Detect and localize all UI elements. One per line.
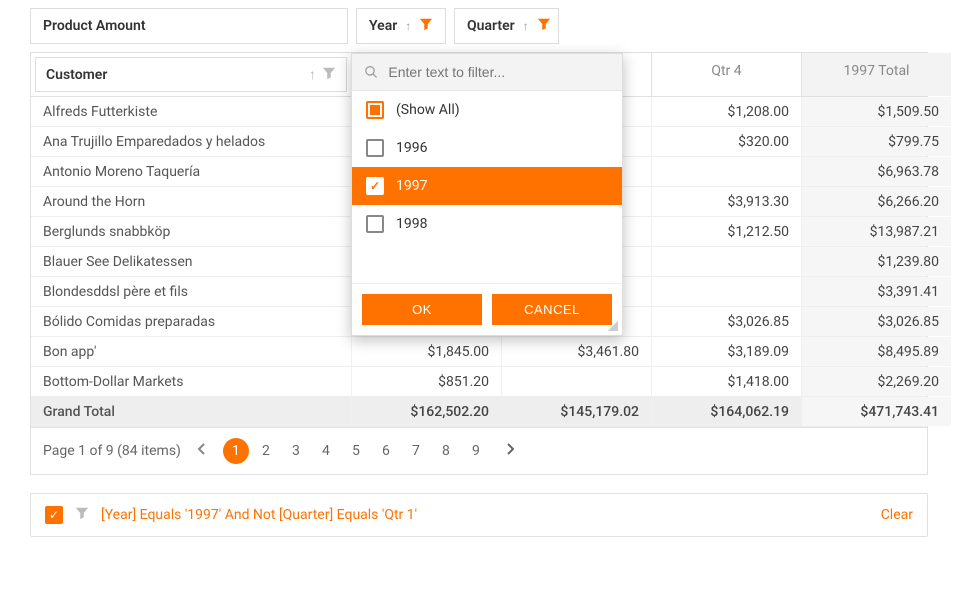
total-cell: $1,509.50 <box>801 97 951 126</box>
page-button-8[interactable]: 8 <box>433 438 459 464</box>
total-cell: $799.75 <box>801 127 951 156</box>
value-cell: $851.20 <box>351 367 501 396</box>
value-cell: $3,189.09 <box>651 337 801 366</box>
filter-expression[interactable]: [Year] Equals '1997' And Not [Quarter] E… <box>101 507 417 523</box>
filter-icon[interactable] <box>419 17 433 35</box>
page-button-3[interactable]: 3 <box>283 438 309 464</box>
customer-cell: Bon app' <box>31 337 351 366</box>
customer-cell: Bottom-Dollar Markets <box>31 367 351 396</box>
filter-icon[interactable] <box>322 66 336 80</box>
grand-qtr4: $164,062.19 <box>651 397 801 426</box>
customer-cell: Berglunds snabbköp <box>31 217 351 246</box>
value-cell: $3,026.85 <box>651 307 801 336</box>
total-cell: $1,239.80 <box>801 247 951 276</box>
value-cell: $1,208.00 <box>651 97 801 126</box>
table-row: Bon app'$1,845.00$3,461.80$3,189.09$8,49… <box>31 337 927 367</box>
total-cell: $8,495.89 <box>801 337 951 366</box>
total-cell: $3,026.85 <box>801 307 951 336</box>
field-customer[interactable]: Customer ↑ <box>35 57 347 92</box>
total-cell: $13,987.21 <box>801 217 951 246</box>
filter-bar: ✓ [Year] Equals '1997' And Not [Quarter]… <box>30 493 928 537</box>
customer-cell: Blauer See Delikatessen <box>31 247 351 276</box>
value-cell: $3,913.30 <box>651 187 801 216</box>
grand-total-label: Grand Total <box>31 397 351 426</box>
field-quarter[interactable]: Quarter ↑ <box>454 8 559 44</box>
value-cell <box>651 157 801 186</box>
filter-clear-button[interactable]: Clear <box>881 507 913 523</box>
page-button-2[interactable]: 2 <box>253 438 279 464</box>
filter-option-label: 1997 <box>396 178 427 194</box>
cancel-button[interactable]: CANCEL <box>492 294 612 325</box>
sort-asc-icon[interactable]: ↑ <box>405 19 411 33</box>
total-cell: $2,269.20 <box>801 367 951 396</box>
ok-button[interactable]: OK <box>362 294 482 325</box>
grand-c2: $162,502.20 <box>351 397 501 426</box>
filter-option-show-all[interactable]: (Show All) <box>352 91 622 129</box>
customer-cell: Blondesddsl père et fils <box>31 277 351 306</box>
value-cell <box>501 367 651 396</box>
field-measure-label: Product Amount <box>43 18 146 34</box>
column-header-total[interactable]: 1997 Total <box>801 53 951 96</box>
filter-enabled-checkbox[interactable]: ✓ <box>45 506 63 524</box>
field-year[interactable]: Year ↑ <box>356 8 446 44</box>
pager-summary: Page 1 of 9 (84 items) <box>43 443 181 459</box>
page-button-1[interactable]: 1 <box>223 438 249 464</box>
filter-option-1996[interactable]: 1996 <box>352 129 622 167</box>
checkbox-checked-icon <box>366 177 384 195</box>
value-cell: $320.00 <box>651 127 801 156</box>
column-header-qtr4[interactable]: Qtr 4 <box>651 53 801 96</box>
filter-option-label: (Show All) <box>396 102 460 118</box>
filter-option-label: 1996 <box>396 140 427 156</box>
sort-asc-icon[interactable]: ↑ <box>523 19 529 33</box>
page-button-9[interactable]: 9 <box>463 438 489 464</box>
filter-option-label: 1998 <box>396 216 427 232</box>
filter-search <box>352 54 622 91</box>
page-button-7[interactable]: 7 <box>403 438 429 464</box>
filter-option-1997[interactable]: 1997 <box>352 167 622 205</box>
year-filter-popup: (Show All) 1996 1997 1998 OK CANCEL <box>351 53 623 336</box>
total-cell: $3,391.41 <box>801 277 951 306</box>
page-button-5[interactable]: 5 <box>343 438 369 464</box>
field-customer-label: Customer <box>46 67 107 83</box>
customer-cell: Bólido Comidas preparadas <box>31 307 351 336</box>
filter-option-1998[interactable]: 1998 <box>352 205 622 243</box>
pager: Page 1 of 9 (84 items) 123456789 <box>30 428 928 475</box>
search-icon <box>364 64 378 80</box>
customer-cell: Ana Trujillo Emparedados y helados <box>31 127 351 156</box>
checkbox-indeterminate-icon <box>366 101 384 119</box>
checkbox-unchecked-icon <box>366 139 384 157</box>
value-cell <box>651 247 801 276</box>
value-cell: $1,845.00 <box>351 337 501 366</box>
value-cell: $1,418.00 <box>651 367 801 396</box>
value-cell: $3,461.80 <box>501 337 651 366</box>
filter-search-input[interactable] <box>388 64 610 80</box>
table-row: Bottom-Dollar Markets$851.20$1,418.00$2,… <box>31 367 927 397</box>
filter-icon[interactable] <box>75 506 89 524</box>
grand-total: $471,743.41 <box>801 397 951 426</box>
value-cell <box>651 277 801 306</box>
grand-c3: $145,179.02 <box>501 397 651 426</box>
filter-icon[interactable] <box>537 17 551 35</box>
pager-next[interactable] <box>499 443 521 459</box>
field-year-label: Year <box>369 18 397 34</box>
pager-prev[interactable] <box>191 443 213 459</box>
sort-asc-icon[interactable]: ↑ <box>309 66 316 83</box>
field-quarter-label: Quarter <box>467 18 515 34</box>
customer-cell: Antonio Moreno Taquería <box>31 157 351 186</box>
customer-cell: Alfreds Futterkiste <box>31 97 351 126</box>
page-button-4[interactable]: 4 <box>313 438 339 464</box>
total-cell: $6,963.78 <box>801 157 951 186</box>
grand-total-row: Grand Total $162,502.20 $145,179.02 $164… <box>31 397 927 427</box>
total-cell: $6,266.20 <box>801 187 951 216</box>
page-button-6[interactable]: 6 <box>373 438 399 464</box>
field-measure[interactable]: Product Amount <box>30 8 348 44</box>
customer-cell: Around the Horn <box>31 187 351 216</box>
value-cell: $1,212.50 <box>651 217 801 246</box>
pivot-grid: Customer ↑ Qtr 4 1997 Total Alfreds Futt… <box>30 52 928 428</box>
checkbox-unchecked-icon <box>366 215 384 233</box>
